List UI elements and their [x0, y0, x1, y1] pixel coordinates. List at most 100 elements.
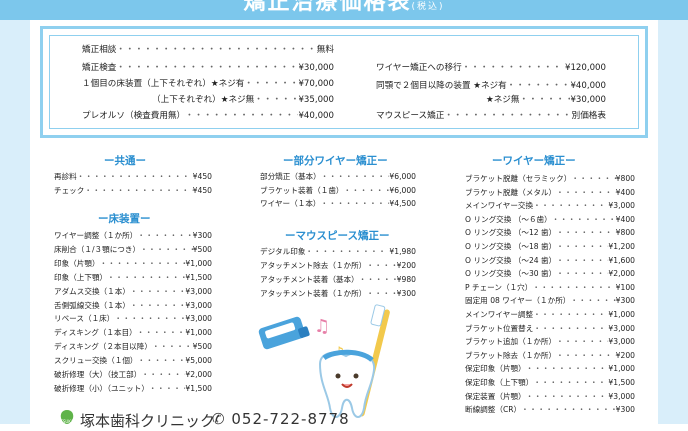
price-item-value: ¥5,000 — [185, 356, 212, 366]
price-item-value: ¥1,600 — [608, 255, 635, 265]
price-item-value: ¥3,000 — [608, 323, 635, 333]
price-row: アダムス交換（１本）・・・・・・・・・・・・・・・・・・・・・・・・・・・・・・… — [54, 286, 212, 298]
price-item-value: ¥800 — [615, 228, 635, 238]
overview-row: ワイヤー矯正への移行・・・・・・・・・・・・・・・・・・・・・・・・・・・・・・… — [376, 62, 606, 74]
price-row: ブラケット脱離（メタル）・・・・・・・・・・・・・・・・・・・・・・・・・・・・… — [465, 187, 635, 199]
price-item-value: ¥2,000 — [185, 370, 212, 379]
leader-dots: ・・・・・・・・・・・・・・・・・・・・・・・・・・・・・・・・・・・・・・・・ — [556, 228, 615, 238]
section-title-wire: ーワイヤー矯正ー — [492, 155, 576, 167]
price-item-value: ¥1,980 — [389, 247, 416, 256]
price-item-label: リベース（１床） — [54, 314, 115, 324]
price-row: O リング交換 （～30 歯）・・・・・・・・・・・・・・・・・・・・・・・・・… — [465, 268, 635, 280]
price-item-value: ¥2,000 — [608, 269, 635, 279]
price-item-label: ワイヤー調整（１か所） — [54, 231, 138, 240]
price-row: ディスキング（１本目）・・・・・・・・・・・・・・・・・・・・・・・・・・・・・… — [54, 327, 212, 339]
price-item-value: ¥300 — [615, 296, 635, 306]
price-row: O リング交換 （～12 歯）・・・・・・・・・・・・・・・・・・・・・・・・・… — [465, 227, 635, 239]
price-row: 床削合（１/３顎につき）・・・・・・・・・・・・・・・・・・・・・・・・・・・・… — [54, 244, 212, 256]
clinic-phone-number: 052-722-8778 — [231, 410, 350, 428]
leader-dots: ・・・・・・・・・・・・・・・・・・・・・・・・・・・・・・・・・・・・・・・・… — [185, 111, 298, 121]
price-item-label: 固定用 08 ワイヤー（１か所） — [465, 296, 571, 306]
clinic-name: 塚本歯科クリニック — [80, 412, 216, 430]
price-item-label: ディスキング（２本目以降） — [54, 342, 152, 352]
leader-dots: ・・・・・・・・・・・・・・・・・・・・・・・・・・・・・・・・・・・・・・・・… — [444, 111, 572, 121]
leader-dots: ・・・・・・・・・・・・・・・・・・・・・・・・・・・・・・・・・・・・・・・・ — [556, 337, 608, 347]
phone-icon: ✆ — [212, 410, 226, 428]
price-item-label: 断線調整（CR） — [465, 405, 522, 415]
leader-dots: ・・・・・・・・・・・・・・・・・・・・・・・・・・・・・・・・・・・・・・・・ — [551, 214, 616, 224]
price-item-label: 部分矯正（基本） — [260, 172, 321, 181]
price-row: 部分矯正（基本）・・・・・・・・・・・・・・・・・・・・・・・・・・・・・・・・… — [260, 171, 416, 183]
leader-dots: ・・・・・・・・・・・・・・・・・・・・・・・・・・・・・・・・・・・・・・・・ — [556, 242, 608, 251]
price-item-label: O リング交換 （～30 歯） — [465, 269, 557, 279]
overview-row: マウスピース矯正・・・・・・・・・・・・・・・・・・・・・・・・・・・・・・・・… — [376, 110, 606, 122]
price-row: 破折修理（小）（ユニット）・・・・・・・・・・・・・・・・・・・・・・・・・・・… — [54, 383, 212, 395]
price-item-label: アダムス交換（１本） — [54, 286, 130, 296]
price-item-value: ¥3,000 — [608, 337, 635, 347]
price-row: ディスキング（２本目以降）・・・・・・・・・・・・・・・・・・・・・・・・・・・… — [54, 341, 212, 353]
price-row: デジタル印象・・・・・・・・・・・・・・・・・・・・・・・・・・・・・・・・・・… — [260, 246, 416, 258]
price-item-value: ¥3,000 — [608, 391, 635, 401]
price-item-value: ¥500 — [192, 244, 212, 254]
price-item-label: アタッチメント装着（１か所） — [260, 288, 367, 298]
leader-dots: ・・・・・・・・・・・・・・・・・・・・・・・・・・・・・・・・・・・・・・・・ — [76, 172, 193, 181]
toothpaste-icon — [258, 316, 310, 350]
price-item-label: ブラケット除去（１か所） — [465, 350, 557, 360]
price-item-value: ¥1,200 — [608, 242, 635, 251]
price-item-label: ブラケット脱離（メタル） — [465, 187, 557, 197]
price-row: 再診料・・・・・・・・・・・・・・・・・・・・・・・・・・・・・・・・・・・・・… — [54, 171, 212, 183]
price-row: ブラケット装着（１歯）・・・・・・・・・・・・・・・・・・・・・・・・・・・・・… — [260, 185, 416, 197]
leader-dots: ・・・・・・・・・・・・・・・・・・・・・・・・・・・・・・・・・・・・・・・・ — [137, 231, 193, 240]
leader-dots: ・・・・・・・・・・・・・・・・・・・・・・・・・・・・・・・・・・・・・・・・ — [532, 282, 615, 292]
overview-item-label: ★ネジ無 — [486, 95, 520, 105]
leader-dots: ・・・・・・・・・・・・・・・・・・・・・・・・・・・・・・・・・・・・・・・・ — [140, 244, 193, 254]
price-item-value: ¥1,000 — [608, 310, 635, 319]
tooth-leaf-logo-icon: TSUKA — [59, 410, 74, 424]
overview-item-price: ¥40,000 — [570, 81, 606, 91]
price-item-value: ¥6,000 — [389, 172, 416, 181]
price-item-value: ¥1,500 — [608, 378, 635, 387]
price-item-label: 舌側弧線交換（１本） — [54, 300, 130, 310]
price-row: ワイヤー（１本）・・・・・・・・・・・・・・・・・・・・・・・・・・・・・・・・… — [260, 198, 416, 210]
price-item-value: ¥100 — [615, 282, 635, 292]
price-row: ブラケット脱離（セラミック）・・・・・・・・・・・・・・・・・・・・・・・・・・… — [465, 173, 635, 185]
price-item-value: ¥450 — [192, 185, 212, 195]
overview-item-price: 別価格表 — [571, 111, 606, 121]
leader-dots: ・・・・・・・・・・・・・・・・・・・・・・・・・・・・・・・・・・・・・・・・ — [114, 314, 185, 324]
price-item-label: ブラケット追加（１か所） — [465, 337, 557, 347]
leader-dots: ・・・・・・・・・・・・・・・・・・・・・・・・・・・・・・・・・・・・・・・・… — [116, 63, 299, 73]
leader-dots: ・・・・・・・・・・・・・・・・・・・・・・・・・・・・・・・・・・・・・・・・ — [570, 296, 615, 306]
price-item-label: P チェーン（１穴） — [465, 282, 533, 292]
price-row: 印象（片顎）・・・・・・・・・・・・・・・・・・・・・・・・・・・・・・・・・・… — [54, 258, 212, 270]
leader-dots: ・・・・・・・・・・・・・・・・・・・・・・・・・・・・・・・・・・・・・・・・ — [107, 272, 186, 282]
price-item-value: ¥500 — [192, 342, 212, 352]
overview-item-price: ¥30,000 — [298, 63, 334, 73]
price-item-label: 印象（上下顎） — [54, 272, 108, 282]
price-item-label: 床削合（１/３顎につき） — [54, 244, 141, 254]
price-item-label: 保定印象（片顎） — [465, 364, 526, 374]
leader-dots: ・・・・・・・・・・・・・・・・・・・・・・・・・・・・・・・・・・・・・・・・ — [533, 378, 609, 387]
price-item-label: ワイヤー（１本） — [260, 199, 321, 208]
price-item-label: チェック — [54, 185, 85, 195]
leader-dots: ・・・・・・・・・・・・・・・・・・・・・・・・・・・・・・・・・・・・・・・・ — [136, 328, 186, 338]
price-row: P チェーン（１穴）・・・・・・・・・・・・・・・・・・・・・・・・・・・・・・… — [465, 282, 635, 294]
leader-dots: ・・・・・・・・・・・・・・・・・・・・・・・・・・・・・・・・・・・・・・・・ — [533, 310, 609, 319]
leader-dots: ・・・・・・・・・・・・・・・・・・・・・・・・・・・・・・・・・・・・・・・・ — [320, 199, 390, 208]
price-item-label: メインワイヤー交換 — [465, 201, 534, 211]
price-row: リベース（１床）・・・・・・・・・・・・・・・・・・・・・・・・・・・・・・・・… — [54, 313, 212, 325]
price-item-label: スクリュー交換（１個） — [54, 356, 138, 366]
header-band: 矯正治療価格表(税込) — [0, 0, 688, 20]
overview-item-price: 無料 — [316, 45, 334, 55]
price-item-label: 保定装置（片顎） — [465, 391, 526, 401]
leader-dots: ・・・・・・・・・・・・・・・・・・・・・・・・・・・・・・・・・・・・・・・・ — [84, 185, 192, 195]
price-item-label: 保定印象（上下顎） — [465, 378, 534, 387]
price-row: ブラケット除去（１か所）・・・・・・・・・・・・・・・・・・・・・・・・・・・・… — [465, 350, 635, 362]
price-item-value: ¥300 — [615, 405, 635, 415]
price-row: チェック・・・・・・・・・・・・・・・・・・・・・・・・・・・・・・・・・・・・… — [54, 185, 212, 197]
price-item-value: ¥4,500 — [389, 199, 416, 208]
section-title-plate: ー床装置ー — [98, 213, 151, 225]
overview-row: （上下それぞれ）★ネジ無・・・・・・・・・・・・・・・・・・・・・・・・・・・・… — [152, 94, 334, 106]
price-item-value: ¥3,000 — [185, 286, 212, 296]
leader-dots: ・・・・・・・・・・・・・・・・・・・・・・・・・・・・・・・・・・・・・・・・ — [358, 274, 397, 284]
price-item-label: デジタル印象 — [260, 247, 306, 256]
